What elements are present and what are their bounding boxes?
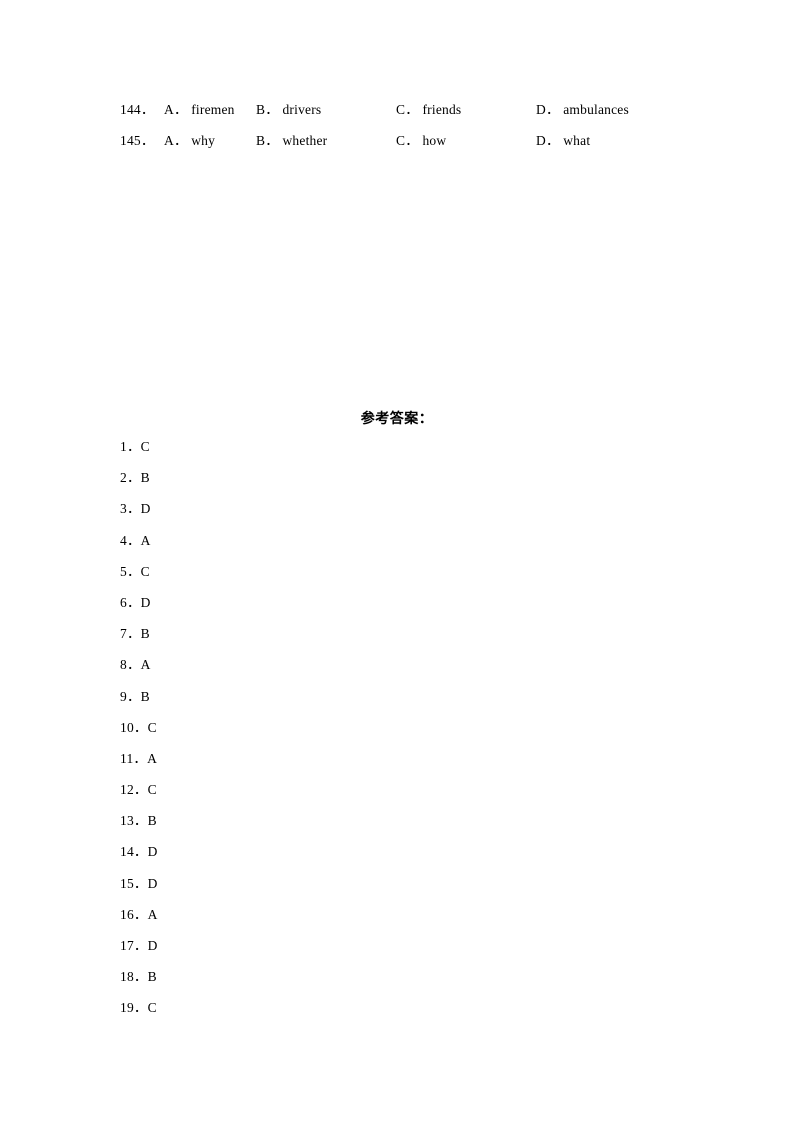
answer-number: 13．: [120, 813, 148, 829]
answer-value: C: [140, 439, 150, 454]
answer-number: 3．: [120, 501, 141, 517]
question-row: 144． A． firemen B． drivers C． friends D．…: [120, 100, 740, 131]
question-option-a: A． why: [164, 131, 215, 151]
answer-row: 12．C: [120, 780, 420, 811]
question-number: 145．: [120, 133, 155, 148]
option-text: ambulances: [563, 102, 629, 117]
answer-row: 7．B: [120, 624, 420, 655]
answer-row: 8．A: [120, 655, 420, 686]
answer-row: 5．C: [120, 562, 420, 593]
answer-row: 11．A: [120, 749, 420, 780]
answer-value: D: [140, 594, 151, 610]
answer-value: B: [147, 969, 157, 985]
answer-number: 19．: [120, 1000, 148, 1016]
answer-row: 17．D: [120, 936, 420, 967]
answer-row: 3．D: [120, 499, 420, 530]
answer-row: 4．A: [120, 531, 420, 562]
answer-row: 13．B: [120, 811, 420, 842]
option-text: what: [563, 133, 591, 148]
answer-number: 12．: [120, 782, 148, 798]
option-letter: D．: [536, 102, 560, 117]
option-text: firemen: [191, 102, 235, 117]
answer-number: 8．: [120, 657, 141, 673]
answer-number: 4．: [120, 532, 141, 548]
question-option-b: B． whether: [256, 131, 327, 151]
question-option-c: C． friends: [396, 100, 461, 120]
answer-number: 16．: [120, 906, 148, 922]
answer-number: 6．: [120, 594, 141, 610]
option-letter: A．: [164, 133, 188, 148]
option-text: friends: [422, 102, 462, 117]
option-letter: B．: [256, 133, 279, 148]
answer-value: D: [147, 875, 158, 891]
answer-value: B: [147, 813, 157, 829]
question-option-c: C． how: [396, 131, 446, 151]
answer-number: 15．: [120, 875, 148, 891]
answer-number: 14．: [120, 844, 148, 860]
answer-row: 19．C: [120, 998, 420, 1029]
option-letter: D．: [536, 133, 560, 148]
document-page: 144． A． firemen B． drivers C． friends D．…: [0, 0, 794, 1123]
answer-value: D: [140, 501, 151, 517]
answer-value: B: [140, 688, 150, 704]
answer-row: 18．B: [120, 967, 420, 998]
answer-value: C: [140, 563, 150, 579]
answer-value: B: [140, 626, 150, 642]
answer-row: 1．C: [120, 437, 420, 468]
option-text: drivers: [282, 102, 322, 117]
answer-value: C: [147, 719, 157, 735]
answer-number: 18．: [120, 969, 148, 985]
answer-row: 16．A: [120, 905, 420, 936]
option-letter: C．: [396, 133, 419, 148]
answer-value: A: [140, 657, 151, 673]
answer-value: A: [147, 906, 158, 922]
question-option-b: B． drivers: [256, 100, 321, 120]
answer-value: A: [140, 532, 151, 548]
option-letter: C．: [396, 102, 419, 117]
question-option-a: A． firemen: [164, 100, 235, 120]
answer-value: C: [147, 1000, 157, 1016]
option-letter: B．: [256, 102, 279, 117]
question-option-d: D． what: [536, 131, 590, 151]
answer-number: 2．: [120, 470, 141, 486]
answer-row: 15．D: [120, 874, 420, 905]
answer-key-list: 1．C 2．B 3．D 4．A 5．C 6．D 7．B 8．A 9．B 10．C…: [120, 437, 420, 1030]
answer-value: C: [147, 782, 157, 798]
question-row: 145． A． why B． whether C． how D． what: [120, 131, 740, 162]
option-letter: A．: [164, 102, 188, 117]
option-text: whether: [282, 133, 328, 148]
answer-row: 2．B: [120, 468, 420, 499]
answer-number: 7．: [120, 626, 141, 642]
answer-number: 17．: [120, 938, 148, 953]
answer-number: 5．: [120, 563, 141, 579]
answer-number: 9．: [120, 688, 141, 704]
answer-value: B: [140, 470, 150, 486]
option-text: how: [422, 133, 447, 148]
question-option-d: D． ambulances: [536, 100, 629, 120]
answer-row: 10．C: [120, 718, 420, 749]
question-block: 144． A． firemen B． drivers C． friends D．…: [120, 100, 740, 162]
answer-number: 1．: [120, 439, 141, 454]
answer-number: 10．: [120, 719, 148, 735]
answers-section-title: 参考答案：: [360, 411, 434, 427]
answer-row: 6．D: [120, 593, 420, 624]
answer-row: 9．B: [120, 687, 420, 718]
answer-value: D: [147, 938, 158, 953]
answer-row: 14．D: [120, 842, 420, 873]
answer-number: 11．: [120, 750, 148, 766]
answer-value: D: [147, 844, 158, 860]
option-text: why: [191, 133, 216, 148]
question-number: 144．: [120, 102, 155, 117]
answer-value: A: [147, 750, 158, 766]
